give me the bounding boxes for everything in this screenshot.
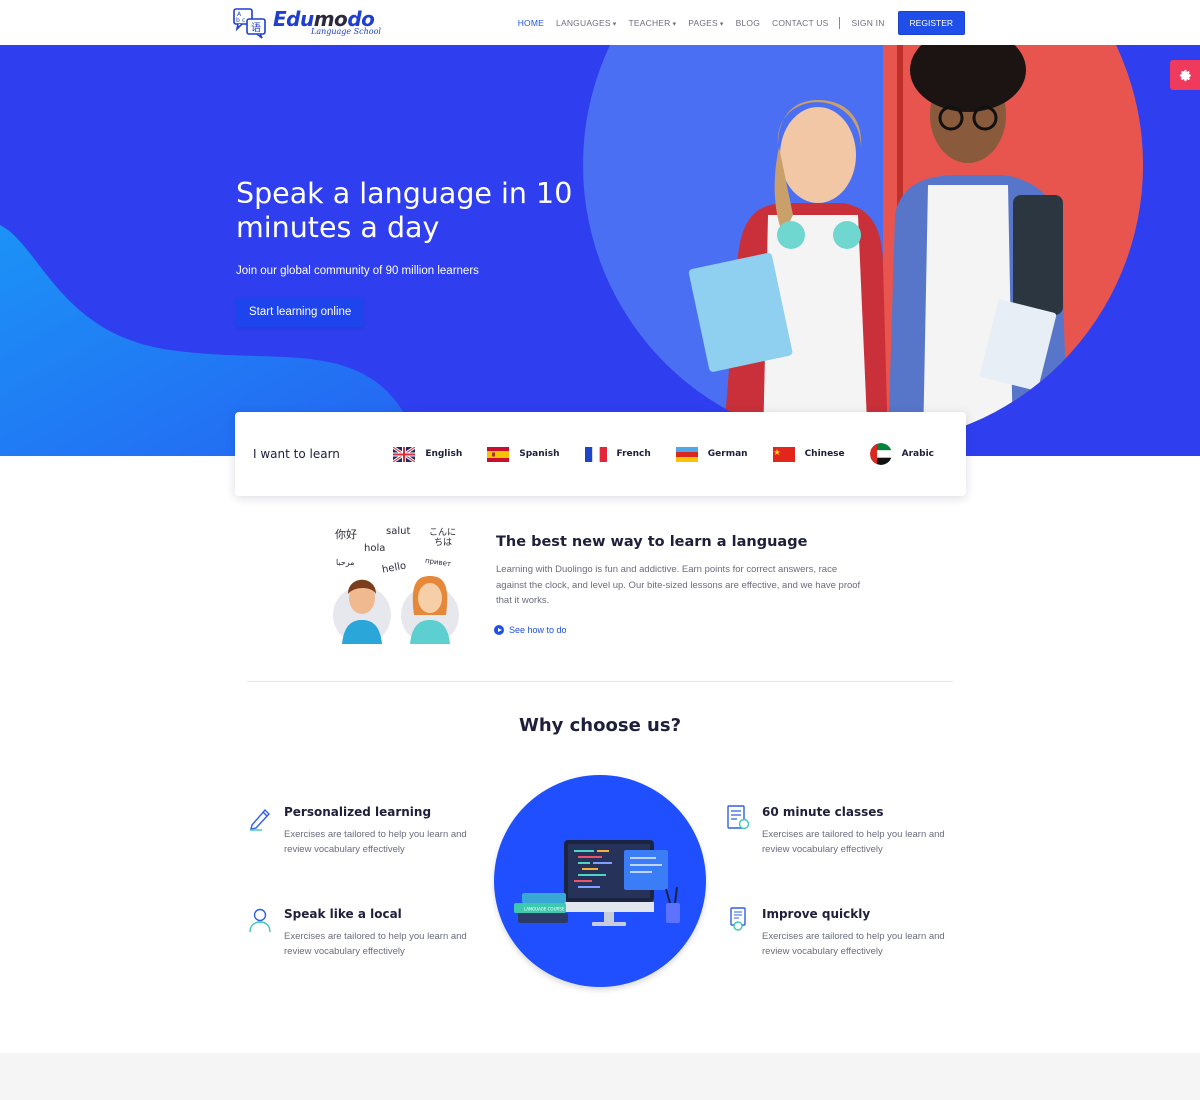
feature-description: Exercises are tailored to help you learn… xyxy=(762,931,945,957)
document-icon xyxy=(727,805,750,830)
book-label: LANGUAGE COURSE xyxy=(524,907,565,912)
word-privet: привет xyxy=(425,557,452,569)
brand-logo[interactable]: A b c 语 Edumodo Language School xyxy=(233,7,381,39)
feature-title: Speak like a local xyxy=(284,907,402,921)
uae-flag-icon xyxy=(869,443,892,465)
lang-label: Chinese xyxy=(804,449,845,459)
france-flag-icon xyxy=(584,446,607,462)
word-konnichiwa-1: こんに xyxy=(429,527,456,538)
word-hello: hello xyxy=(381,561,407,576)
nav-home[interactable]: HOME xyxy=(518,18,544,28)
lang-chinese[interactable]: Chinese xyxy=(772,446,845,462)
see-how-link[interactable]: See how to do xyxy=(494,624,866,635)
feature-description: Exercises are tailored to help you learn… xyxy=(762,829,945,855)
signin-link[interactable]: SIGN IN xyxy=(852,18,885,28)
lang-spanish[interactable]: Spanish xyxy=(487,446,560,462)
logo-icon: A b c 语 xyxy=(233,7,267,39)
register-button[interactable]: REGISTER xyxy=(897,10,965,35)
learn-language-bar: I want to learn English Spanish French G… xyxy=(235,412,966,496)
lang-label: French xyxy=(616,449,651,459)
brand-tagline: Language School xyxy=(311,27,381,36)
logo-glyph-yu: 语 xyxy=(251,22,261,34)
nav-languages[interactable]: LANGUAGES ▾ xyxy=(556,18,616,28)
start-learning-button[interactable]: Start learning online xyxy=(236,297,365,327)
chevron-down-icon: ▾ xyxy=(672,20,677,28)
lang-label: German xyxy=(707,449,748,459)
feature-60-minute: 60 minute classes Exercises are tailored… xyxy=(726,805,946,857)
lang-arabic[interactable]: Arabic xyxy=(869,443,934,465)
play-icon xyxy=(494,624,504,635)
nav-pages[interactable]: PAGES ▾ xyxy=(688,18,723,28)
nav-teacher[interactable]: TEACHER ▾ xyxy=(628,18,676,28)
feature-title: 60 minute classes xyxy=(762,805,884,819)
main-nav: HOME LANGUAGES ▾ TEACHER ▾ PAGES ▾ BLOG CON… xyxy=(506,10,965,35)
word-konnichiwa-2: ちは xyxy=(434,537,452,548)
computer-illustration: LANGUAGE COURSE xyxy=(514,840,680,926)
navbar: A b c 语 Edumodo Language School HOME LAN… xyxy=(0,0,1200,45)
word-salut: salut xyxy=(386,526,410,537)
word-nihao: 你好 xyxy=(335,527,357,541)
feature-description: Exercises are tailored to help you learn… xyxy=(284,931,467,957)
feature-description: Exercises are tailored to help you learn… xyxy=(284,829,467,855)
learn-label: I want to learn xyxy=(253,447,340,461)
chevron-down-icon: ▾ xyxy=(612,20,617,28)
hero-section: Speak a language in 10 minutes a day Joi… xyxy=(0,45,1200,456)
gear-icon xyxy=(1179,69,1191,81)
best-way-description: Learning with Duolingo is fun and addict… xyxy=(496,564,861,606)
settings-toggle-button[interactable] xyxy=(1170,60,1200,90)
user-icon xyxy=(249,908,271,933)
hero-subtitle: Join our global community of 90 million … xyxy=(236,265,479,277)
brand-name: Edumodo xyxy=(273,7,375,31)
spain-flag-icon xyxy=(487,446,510,462)
word-marhaba: مرحبا xyxy=(336,558,355,567)
lang-label: English xyxy=(425,449,463,459)
why-title: Why choose us? xyxy=(518,715,682,736)
speakers-illustration: 你好 salut こんに ちは hola مرحبا hello привет xyxy=(333,526,459,644)
chevron-down-icon: ▾ xyxy=(719,20,724,28)
germany-flag-icon xyxy=(675,446,698,462)
lang-french[interactable]: French xyxy=(584,446,651,462)
hero-photo xyxy=(583,45,1143,445)
logo-glyph-c: c xyxy=(242,17,245,24)
china-flag-icon xyxy=(772,446,795,462)
nav-divider xyxy=(838,16,840,29)
logo-glyph-b: b xyxy=(236,17,240,24)
lang-label: Arabic xyxy=(901,449,934,459)
feature-improve: Improve quickly Exercises are tailored t… xyxy=(726,907,946,959)
hero-title: Speak a language in 10 minutes a day xyxy=(236,177,573,244)
see-how-label: See how to do xyxy=(509,624,567,635)
certificate-icon xyxy=(730,907,746,931)
students-illustration xyxy=(688,45,1068,445)
best-way-section: 你好 salut こんに ちは hola مرحبا hello привет … xyxy=(330,520,870,650)
nav-blog[interactable]: BLOG xyxy=(736,18,760,28)
feature-title: Personalized learning xyxy=(284,805,432,819)
feature-title: Improve quickly xyxy=(762,907,871,921)
word-hola: hola xyxy=(364,543,385,554)
feature-speak-local: Speak like a local Exercises are tailore… xyxy=(248,907,468,959)
uk-flag-icon xyxy=(393,446,416,462)
lang-english[interactable]: English xyxy=(393,446,463,462)
course-illustration-circle: LANGUAGE COURSE xyxy=(494,775,706,987)
pencil-icon xyxy=(250,808,270,831)
footer-band xyxy=(0,1053,1200,1100)
nav-contact[interactable]: CONTACT US xyxy=(772,18,828,28)
lang-german[interactable]: German xyxy=(675,446,748,462)
feature-personalized: Personalized learning Exercises are tail… xyxy=(248,805,468,857)
lang-label: Spanish xyxy=(519,449,560,459)
best-way-title: The best new way to learn a language xyxy=(496,534,808,550)
section-divider xyxy=(247,681,953,682)
